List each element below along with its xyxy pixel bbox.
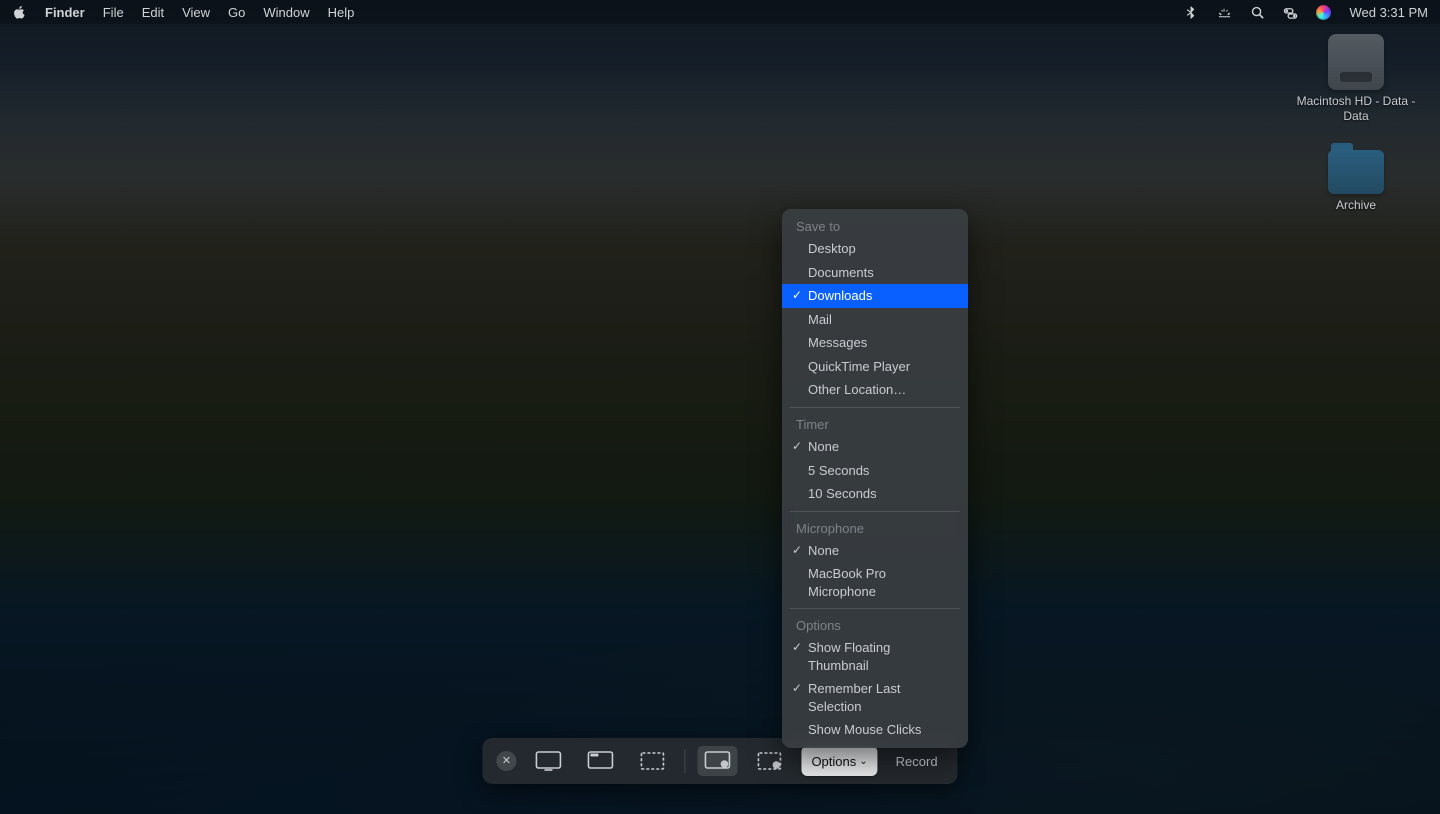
capture-selected-window-button[interactable] [580,746,620,776]
spotlight-search-icon[interactable] [1250,5,1265,20]
menu-item[interactable]: ✓ Remember Last Selection [782,677,968,718]
desktop-wallpaper [0,0,1440,814]
menu-file[interactable]: File [103,5,124,20]
menu-item[interactable]: ✓ Show Floating Thumbnail [782,636,968,677]
harddrive-icon [1328,34,1384,90]
menu-go[interactable]: Go [228,5,245,20]
menu-view[interactable]: View [182,5,210,20]
menu-item[interactable]: Messages [782,331,968,355]
control-center-icon[interactable] [1283,5,1298,20]
desktop-icon-label: Macintosh HD - Data - Data [1296,94,1416,124]
menu-item[interactable]: Other Location… [782,378,968,402]
menu-item[interactable]: MacBook Pro Microphone [782,562,968,603]
toolbar-separator [684,749,685,773]
close-button[interactable]: ✕ [496,751,516,771]
keyboard-brightness-icon[interactable] [1217,5,1232,20]
menu-section-header: Options [782,614,968,636]
menu-window[interactable]: Window [263,5,309,20]
checkmark-icon: ✓ [792,639,802,655]
menu-item[interactable]: ✓ Downloads [782,284,968,308]
menu-item[interactable]: ✓ None [782,539,968,563]
menu-item[interactable]: 5 Seconds [782,459,968,483]
menu-item-label: Downloads [808,288,872,303]
screenshot-options-menu: Save to Desktop Documents ✓ Downloads Mail Mes… [782,209,968,748]
menu-item-label: Show Floating Thumbnail [808,640,890,673]
record-entire-screen-button[interactable] [697,746,737,776]
menu-section-header: Microphone [782,517,968,539]
menu-help[interactable]: Help [328,5,355,20]
capture-entire-screen-button[interactable] [528,746,568,776]
menu-item-label: Messages [808,335,867,350]
menu-item-label: QuickTime Player [808,359,910,374]
folder-icon [1328,150,1384,194]
menu-item-label: MacBook Pro Microphone [808,566,886,599]
menu-item[interactable]: Show Mouse Clicks [782,718,968,742]
menu-item-label: Documents [808,265,874,280]
options-button-label: Options [811,754,856,769]
desktop-icon-archive[interactable]: Archive [1328,150,1384,213]
menu-item[interactable]: QuickTime Player [782,355,968,379]
menubar: Finder File Edit View Go Window Help Wed… [0,0,1440,24]
desktop-icon-macintosh-hd[interactable]: Macintosh HD - Data - Data [1296,34,1416,124]
menu-item[interactable]: ✓ None [782,435,968,459]
menu-item-label: None [808,543,839,558]
record-button[interactable]: Record [890,754,944,769]
desktop-icons: Macintosh HD - Data - Data Archive [1296,34,1416,213]
menu-item[interactable]: Documents [782,261,968,285]
menubar-clock[interactable]: Wed 3:31 PM [1349,5,1428,20]
menu-item-label: None [808,439,839,454]
menu-item-label: 5 Seconds [808,463,869,478]
record-selected-portion-button[interactable] [749,746,789,776]
checkmark-icon: ✓ [792,680,802,696]
options-button[interactable]: Options ⌄ [801,746,877,776]
menu-item[interactable]: 10 Seconds [782,482,968,506]
desktop-icon-label: Archive [1336,198,1376,213]
menu-item[interactable]: Desktop [782,237,968,261]
menu-item-label: Remember Last Selection [808,681,900,714]
menu-item-label: Other Location… [808,382,906,397]
chevron-down-icon: ⌄ [859,756,867,767]
menu-item-label: 10 Seconds [808,486,877,501]
menu-item-label: Show Mouse Clicks [808,722,921,737]
checkmark-icon: ✓ [792,287,802,303]
menu-section-header: Timer [782,413,968,435]
menu-item-label: Mail [808,312,832,327]
menu-edit[interactable]: Edit [142,5,164,20]
active-app-name[interactable]: Finder [45,5,85,20]
menu-item[interactable]: Mail [782,308,968,332]
checkmark-icon: ✓ [792,542,802,558]
siri-icon[interactable] [1316,5,1331,20]
menu-section-header: Save to [782,215,968,237]
checkmark-icon: ✓ [792,438,802,454]
capture-selected-portion-button[interactable] [632,746,672,776]
bluetooth-icon[interactable] [1184,5,1199,20]
menu-item-label: Desktop [808,241,856,256]
apple-menu-icon[interactable] [12,5,27,20]
